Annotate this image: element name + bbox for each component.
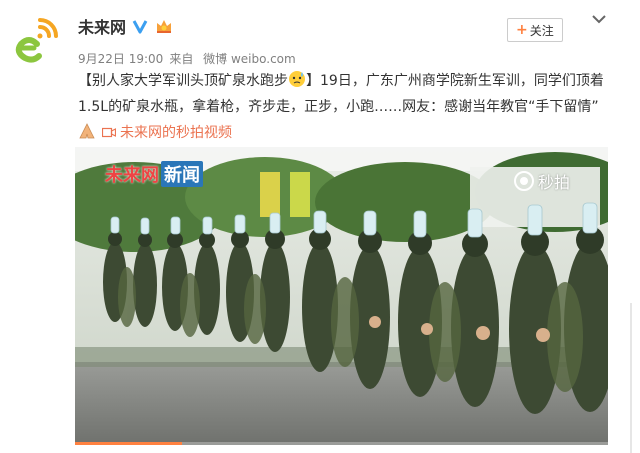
post-time[interactable]: 9月22日 19:00 — [78, 52, 163, 66]
vip-crown-icon[interactable] — [154, 17, 174, 35]
post-content: 【别人家大学军训头顶矿泉水跑步 】19日，广东广州商学院新生军训，同学们顶着1.… — [78, 68, 610, 146]
video-link[interactable]: 未来网的秒拍视频 — [102, 125, 232, 141]
plus-icon: + — [516, 22, 528, 38]
sweat-emoji-icon — [289, 71, 305, 87]
page-scrollbar[interactable] — [630, 303, 632, 453]
post-source[interactable]: 微博 weibo.com — [203, 52, 296, 66]
miaopai-camera-icon — [514, 171, 534, 191]
author-avatar[interactable] — [10, 14, 62, 66]
video-player[interactable]: 未来网 新闻 秒拍 — [75, 147, 608, 445]
verified-v-icon — [132, 20, 148, 34]
author-name[interactable]: 未来网 — [78, 14, 126, 38]
video-link-label: 未来网的秒拍视频 — [120, 125, 232, 141]
watermark-brand: 未来网 — [105, 165, 159, 186]
platform-label: 秒拍 — [538, 173, 571, 192]
watermark-news: 新闻 — [161, 161, 203, 187]
post-headline: 【别人家大学军训头顶矿泉水跑步 — [78, 73, 288, 89]
source-prefix: 来自 — [169, 52, 194, 66]
video-watermark: 未来网 新闻 — [105, 161, 203, 187]
miaopai-badge: 秒拍 — [513, 169, 570, 193]
video-progress-fill — [75, 442, 182, 445]
post-meta: 9月22日 19:00 来自 微博 weibo.com — [78, 50, 302, 67]
video-progress-bar[interactable] — [75, 442, 608, 445]
chevron-down-icon[interactable] — [591, 12, 607, 26]
video-camera-icon — [102, 127, 116, 138]
follow-label: 关注 — [529, 23, 554, 38]
pray-hands-emoji-icon — [79, 123, 95, 139]
follow-button[interactable]: + 关注 — [507, 18, 563, 42]
